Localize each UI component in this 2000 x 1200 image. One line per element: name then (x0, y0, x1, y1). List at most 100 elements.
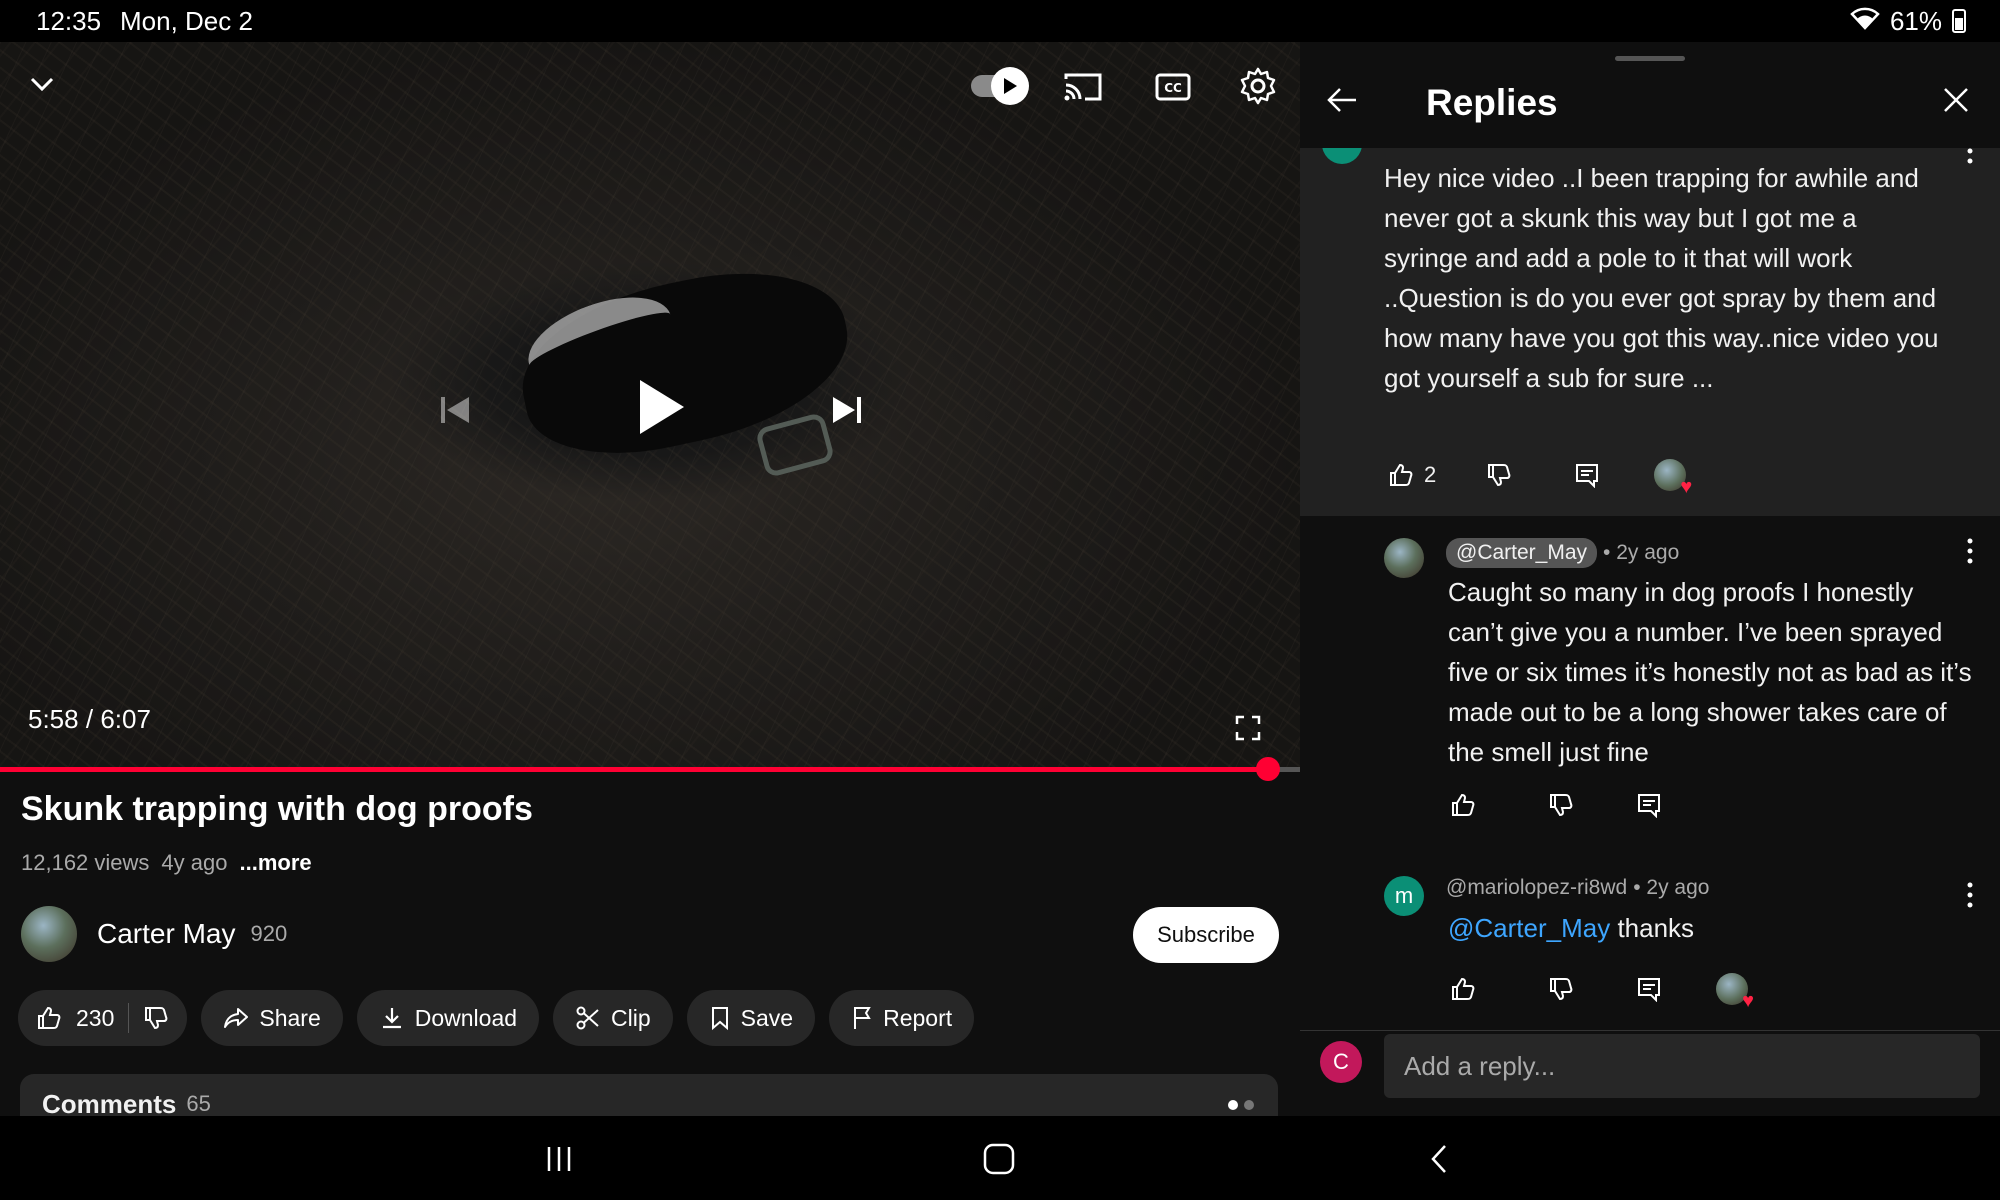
share-icon (224, 1008, 249, 1028)
reply-text: Caught so many in dog proofs I honestly … (1448, 577, 1972, 767)
video-meta[interactable]: 12,162 views 4y ago ...more (21, 850, 312, 876)
dislike-button[interactable] (1544, 788, 1578, 822)
autoplay-knob (991, 67, 1029, 105)
reply-button[interactable] (1570, 458, 1604, 492)
action-bar: 230 Share Download Clip Save Report (18, 990, 975, 1046)
dislike-button[interactable] (1482, 458, 1516, 492)
bookmark-icon (711, 1007, 728, 1031)
save-label: Save (740, 1004, 794, 1031)
thumbs-down-icon (1488, 464, 1511, 487)
progress-scrubber[interactable] (1255, 757, 1280, 781)
thumbs-up-icon (38, 1006, 61, 1029)
fullscreen-button[interactable] (1230, 710, 1266, 746)
fullscreen-icon (1235, 715, 1261, 741)
dislike-button[interactable] (1544, 972, 1578, 1006)
download-button[interactable]: Download (356, 990, 540, 1046)
like-button[interactable] (1446, 972, 1480, 1006)
subscribe-button[interactable]: Subscribe (1133, 907, 1279, 963)
captions-button[interactable]: CC (1150, 64, 1196, 110)
skip-next-icon (833, 397, 861, 423)
channel-row[interactable]: Carter May 920 (21, 906, 287, 962)
play-pause-button[interactable] (620, 367, 700, 447)
progress-bar[interactable] (0, 757, 1300, 781)
battery-percent: 61% (1889, 5, 1942, 36)
reply-actions (1446, 972, 1754, 1013)
home-button[interactable] (976, 1136, 1022, 1182)
reply-button[interactable] (1632, 972, 1666, 1006)
previous-video-button[interactable] (430, 385, 480, 435)
close-button[interactable] (1940, 84, 1976, 120)
clip-button[interactable]: Clip (553, 990, 673, 1046)
like-button[interactable] (1446, 788, 1480, 822)
view-count: 12,162 views (21, 850, 150, 875)
subscriber-count: 920 (250, 921, 288, 946)
system-nav-bar (0, 1116, 2000, 1200)
current-time: 5:58 (28, 704, 79, 734)
more-options-icon[interactable] (1960, 534, 1980, 568)
channel-avatar[interactable] (21, 906, 77, 962)
like-divider (128, 1003, 130, 1033)
description-more-link[interactable]: ...more (239, 850, 311, 876)
parent-comment: Hey nice video ..I been trapping for awh… (1300, 148, 2000, 516)
parent-comment-text: Hey nice video ..I been trapping for awh… (1384, 163, 1939, 393)
user-avatar[interactable]: C (1320, 1041, 1362, 1083)
flag-icon (854, 1007, 871, 1029)
parent-comment-avatar[interactable] (1322, 148, 1362, 164)
status-bar: 12:35 Mon, Dec 2 61% (0, 0, 2000, 42)
close-icon (1944, 88, 1968, 112)
reply-button[interactable] (1632, 788, 1666, 822)
time-separator: / (85, 704, 94, 734)
comment-icon (1576, 464, 1599, 488)
cast-button[interactable] (1060, 64, 1106, 110)
collapse-player-button[interactable] (22, 64, 62, 104)
report-button[interactable]: Report (829, 990, 975, 1046)
save-button[interactable]: Save (686, 990, 816, 1046)
reply-mention-link[interactable]: @Carter_May (1448, 913, 1610, 943)
autoplay-track (971, 67, 1029, 105)
video-player[interactable]: CC 5:58 / 6:07 (0, 42, 1300, 770)
more-options-icon[interactable] (1960, 148, 1980, 168)
skip-previous-icon (441, 397, 469, 423)
play-icon (640, 380, 684, 434)
reply-avatar[interactable] (1384, 538, 1424, 578)
reply-text: @Carter_May thanks (1448, 908, 1973, 948)
comments-count: 65 (186, 1091, 211, 1116)
reply-age: • 2y ago (1633, 876, 1710, 899)
report-label: Report (883, 1004, 953, 1031)
reply-avatar[interactable]: m (1384, 876, 1424, 916)
download-label: Download (414, 1004, 518, 1031)
reply-item: @Carter_May • 2y ago Caught so many in d… (1300, 516, 2000, 846)
reply-header: @mariolopez-ri8wd • 2y ago (1446, 876, 1709, 900)
closed-captions-icon: CC (1155, 73, 1191, 101)
system-back-button[interactable] (1416, 1136, 1462, 1182)
scissors-icon (576, 1006, 599, 1030)
like-button[interactable]: 230 (36, 1005, 114, 1032)
recent-apps-icon (547, 1147, 571, 1171)
share-button[interactable]: Share (201, 990, 343, 1046)
creator-heart-badge (1716, 973, 1754, 1013)
add-reply-input[interactable] (1384, 1034, 1980, 1098)
comments-label: Comments (42, 1088, 177, 1119)
like-button[interactable] (1384, 458, 1418, 492)
autoplay-toggle[interactable] (965, 66, 1029, 106)
more-options-icon[interactable] (1960, 878, 1980, 912)
arrow-left-icon (1327, 88, 1356, 112)
reply-author-handle[interactable]: @mariolopez-ri8wd (1446, 876, 1627, 900)
next-video-button[interactable] (822, 385, 872, 435)
reply-author-handle[interactable]: @Carter_May (1446, 538, 1598, 568)
back-button[interactable] (1324, 82, 1364, 122)
like-dislike-group: 230 (18, 990, 188, 1046)
player-settings-button[interactable] (1234, 62, 1282, 110)
thumbs-up-icon (1452, 793, 1475, 816)
clip-label: Clip (611, 1004, 651, 1031)
channel-name[interactable]: Carter May (97, 918, 235, 950)
dislike-button[interactable] (143, 1005, 169, 1031)
recent-apps-button[interactable] (536, 1136, 582, 1182)
page-indicator (1228, 1100, 1254, 1110)
like-count: 230 (76, 1004, 115, 1031)
chevron-left-icon (1431, 1145, 1446, 1173)
replies-panel: Replies Hey nice video ..I been trapping… (1300, 42, 2000, 1116)
status-right: 61% (1850, 6, 1966, 37)
duration: 6:07 (100, 704, 151, 734)
reply-text-content: thanks (1610, 913, 1695, 943)
